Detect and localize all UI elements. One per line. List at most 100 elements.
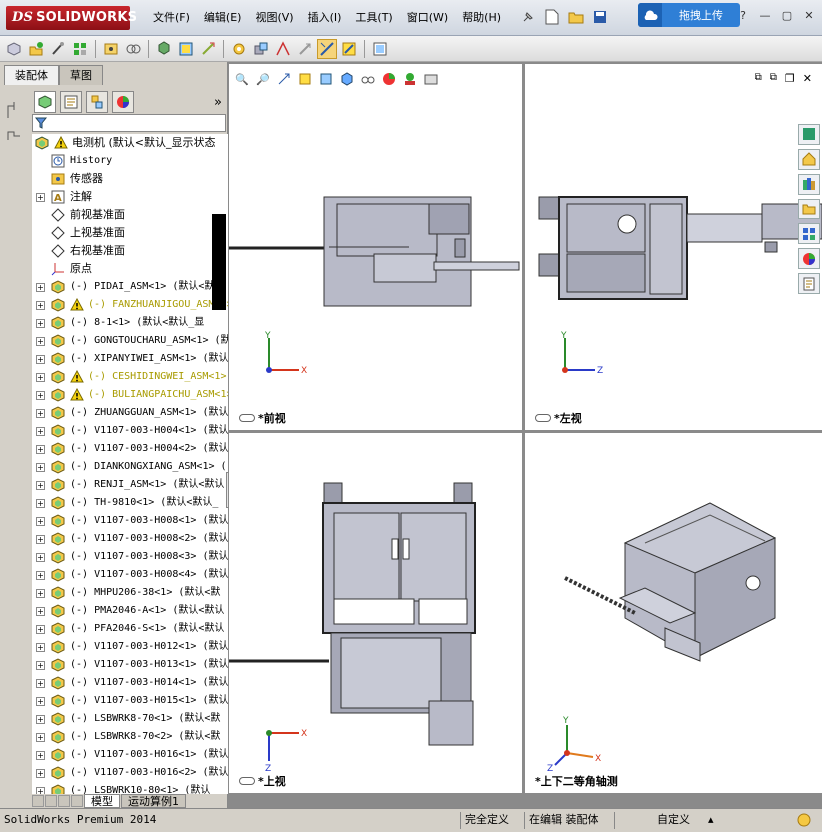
viewport-front[interactable]: Y X 🔍 🔎 *前视 bbox=[229, 64, 522, 430]
view-settings-icon[interactable] bbox=[422, 70, 440, 88]
expand-toggle-icon[interactable]: + bbox=[36, 301, 45, 310]
tree-item-component[interactable]: + (-) PIDAI_ASM<1> (默认<默认 bbox=[32, 278, 228, 296]
expand-toggle-icon[interactable]: + bbox=[36, 535, 45, 544]
status-dropdown-arrow[interactable]: ▴ bbox=[708, 812, 714, 829]
status-help-icon[interactable] bbox=[796, 812, 812, 829]
tree-item-component[interactable]: + (-) LSBWRK8-70<1> (默认<默 bbox=[32, 710, 228, 728]
tree-item-component[interactable]: + (-) V1107-003-H015<1> (默认 bbox=[32, 692, 228, 710]
tree-item-component[interactable]: + (-) V1107-003-H016<1> (默认 bbox=[32, 746, 228, 764]
close-icon[interactable]: ✕ bbox=[802, 8, 816, 22]
tree-item-component[interactable]: + (-) 8-1<1> (默认<默认_显 bbox=[32, 314, 228, 332]
expand-toggle-icon[interactable]: + bbox=[36, 787, 45, 794]
viewport-close-icon[interactable]: ✕ bbox=[803, 72, 812, 85]
expand-toggle-icon[interactable]: + bbox=[36, 283, 45, 292]
restore-icon[interactable]: ▢ bbox=[780, 8, 794, 22]
expand-toggle-icon[interactable]: + bbox=[36, 427, 45, 436]
first-tab-arrow[interactable] bbox=[32, 795, 44, 807]
tree-item-component[interactable]: + (-) CESHIDINGWEI_ASM<1> bbox=[32, 368, 228, 386]
tree-item-component[interactable]: + (-) LSBWRK8-70<2> (默认<默 bbox=[32, 728, 228, 746]
new-document-icon[interactable] bbox=[542, 7, 562, 27]
tree-filter[interactable] bbox=[32, 114, 226, 132]
component-pattern-icon[interactable] bbox=[70, 39, 90, 59]
tab-assembly[interactable]: 装配体 bbox=[4, 65, 59, 85]
tree-item-plane[interactable]: 右视基准面 bbox=[32, 242, 228, 260]
tree-item-component[interactable]: + (-) MHPU206-38<1> (默认<默 bbox=[32, 584, 228, 602]
pin-icon[interactable] bbox=[518, 7, 538, 27]
file-explorer-icon[interactable] bbox=[798, 198, 820, 220]
tree-item-history[interactable]: History bbox=[32, 152, 228, 170]
next-tab-arrow[interactable] bbox=[58, 795, 70, 807]
home-icon[interactable] bbox=[798, 148, 820, 170]
bill-of-materials-icon[interactable] bbox=[229, 39, 249, 59]
instant3d-icon[interactable] bbox=[370, 39, 390, 59]
tree-item-component[interactable]: + (-) PMA2046-A<1> (默认<默认 bbox=[32, 602, 228, 620]
solidworks-resources-icon[interactable] bbox=[798, 124, 820, 145]
tree-item-plane[interactable]: 上视基准面 bbox=[32, 224, 228, 242]
hole-alignment-icon[interactable] bbox=[339, 39, 359, 59]
explode-line-sketch-icon[interactable] bbox=[273, 39, 293, 59]
interference-detection-icon[interactable] bbox=[295, 39, 315, 59]
property-manager-tab-icon[interactable] bbox=[60, 91, 82, 113]
menu-edit[interactable]: 编辑(E) bbox=[197, 9, 249, 27]
tree-item-origin[interactable]: 原点 bbox=[32, 260, 228, 278]
menu-tools[interactable]: 工具(T) bbox=[348, 9, 399, 27]
expand-toggle-icon[interactable]: + bbox=[36, 589, 45, 598]
expand-toggle-icon[interactable]: + bbox=[36, 571, 45, 580]
expand-toggle-icon[interactable]: + bbox=[36, 607, 45, 616]
tree-item-component[interactable]: + (-) V1107-003-H016<2> (默认 bbox=[32, 764, 228, 782]
last-tab-arrow[interactable] bbox=[71, 795, 83, 807]
save-icon[interactable] bbox=[590, 7, 610, 27]
menu-help[interactable]: 帮助(H) bbox=[455, 9, 508, 27]
link-views-icon[interactable] bbox=[239, 777, 255, 785]
appearances-icon[interactable] bbox=[798, 248, 820, 270]
tree-item-component[interactable]: + (-) V1107-003-H004<2> (默认 bbox=[32, 440, 228, 458]
tree-item-component[interactable]: + (-) V1107-003-H012<1> (默认 bbox=[32, 638, 228, 656]
insert-component-icon[interactable] bbox=[26, 39, 46, 59]
open-folder-icon[interactable] bbox=[566, 7, 586, 27]
expand-toggle-icon[interactable]: + bbox=[36, 409, 45, 418]
show-hidden-icon[interactable] bbox=[123, 39, 143, 59]
upload-button[interactable]: 拖拽上传 bbox=[638, 3, 740, 27]
tab-motion-study[interactable]: 运动算例1 bbox=[121, 794, 186, 808]
custom-properties-icon[interactable] bbox=[798, 273, 820, 295]
display-style-icon[interactable] bbox=[338, 70, 356, 88]
tree-item-annot[interactable]: + A 注解 bbox=[32, 188, 228, 206]
assembly-features-icon[interactable] bbox=[154, 39, 174, 59]
tree-item-root[interactable]: 电测机 (默认<默认_显示状态 bbox=[32, 134, 228, 152]
move-component-icon[interactable] bbox=[101, 39, 121, 59]
expand-toggle-icon[interactable]: + bbox=[36, 499, 45, 508]
minimize-icon[interactable]: — bbox=[758, 8, 772, 22]
viewport-collapse-icon[interactable]: ⧉ bbox=[755, 72, 762, 85]
expand-toggle-icon[interactable]: + bbox=[36, 679, 45, 688]
reference-geometry-icon[interactable] bbox=[176, 39, 196, 59]
expand-toggle-icon[interactable]: + bbox=[36, 661, 45, 670]
expand-toggle-icon[interactable]: + bbox=[36, 769, 45, 778]
expand-toggle-icon[interactable]: + bbox=[36, 733, 45, 742]
tree-item-component[interactable]: + (-) V1107-003-H008<1> (默认 bbox=[32, 512, 228, 530]
expand-toggle-icon[interactable]: + bbox=[36, 715, 45, 724]
edit-appearance-icon[interactable] bbox=[380, 70, 398, 88]
tree-item-component[interactable]: + (-) DIANKONGXIANG_ASM<1> ( bbox=[32, 458, 228, 476]
clearance-verification-icon[interactable] bbox=[317, 38, 337, 59]
display-manager-tab-icon[interactable] bbox=[112, 91, 134, 113]
expand-toggle-icon[interactable]: + bbox=[36, 751, 45, 760]
mate-icon[interactable] bbox=[48, 39, 68, 59]
tree-item-component[interactable]: + (-) XIPANYIWEI_ASM<1> (默认 bbox=[32, 350, 228, 368]
exploded-view-icon[interactable] bbox=[251, 39, 271, 59]
help-icon[interactable]: ? bbox=[736, 8, 750, 22]
previous-view-icon[interactable] bbox=[275, 70, 293, 88]
tab-model[interactable]: 模型 bbox=[84, 794, 120, 808]
viewport-tile-icon[interactable]: ⧉ bbox=[770, 72, 777, 85]
tree-item-component[interactable]: + (-) V1107-003-H013<1> (默认 bbox=[32, 656, 228, 674]
expand-toggle-icon[interactable]: + bbox=[36, 445, 45, 454]
tree-item-component[interactable]: + (-) ZHUANGGUAN_ASM<1> (默认 bbox=[32, 404, 228, 422]
app-logo[interactable]: DS SOLIDWORKS bbox=[6, 6, 137, 30]
viewport-left[interactable]: Y Z ⧉ ⧉ ❐ ✕ *左视 bbox=[525, 64, 822, 430]
expand-toggle-icon[interactable]: + bbox=[36, 337, 45, 346]
tree-item-component[interactable]: + (-) TH-9810<1> (默认<默认_ bbox=[32, 494, 228, 512]
tree-item-component[interactable]: + (-) V1107-003-H008<2> (默认 bbox=[32, 530, 228, 548]
tree-item-plane[interactable]: 前视基准面 bbox=[32, 206, 228, 224]
viewport-top[interactable]: X Z *上视 bbox=[229, 433, 522, 793]
part-icon[interactable] bbox=[4, 39, 24, 59]
design-library-icon[interactable] bbox=[798, 173, 820, 195]
